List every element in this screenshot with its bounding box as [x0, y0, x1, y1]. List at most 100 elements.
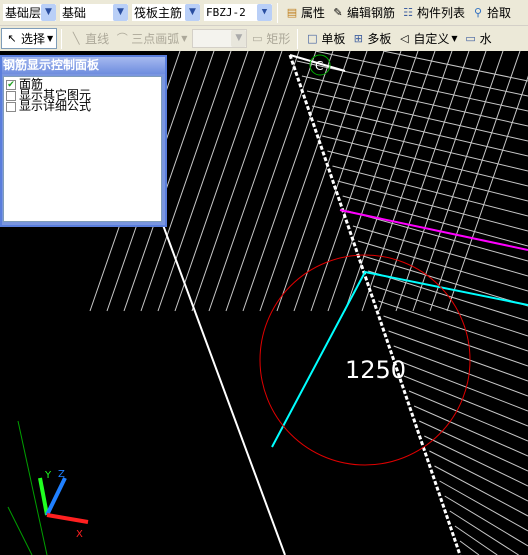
hatch-line — [352, 225, 528, 277]
hatch-line — [454, 525, 498, 555]
hatch-line — [395, 51, 487, 312]
hatch-line — [459, 540, 480, 555]
hatch-line — [429, 450, 528, 502]
single-slab-button[interactable]: □ 单板 — [302, 30, 348, 47]
pick-button[interactable]: ⚲ 拾取 — [468, 4, 514, 21]
x-axis-label: X — [76, 529, 83, 540]
floor-select[interactable]: 基础层 ▼ — [2, 3, 57, 22]
name-select[interactable]: FBZJ-2 ▼ — [203, 3, 273, 22]
caret-down-icon[interactable]: ▼ — [451, 34, 457, 43]
hatch-line — [446, 75, 528, 312]
edit-rebar-label: 编辑钢筋 — [347, 6, 396, 20]
line-icon: ╲ — [72, 31, 80, 45]
axis-gizmo: Y Z X — [38, 469, 89, 540]
main-toolbar: 基础层 ▼ 基础 ▼ 筏板主筋 ▼ FBZJ-2 ▼ ▤ 属性 ✎ 编辑钢筋 ☷ 构件列表 ⚲… — [0, 0, 528, 26]
hatch-line — [242, 51, 334, 312]
hatch-line — [398, 360, 528, 412]
z-axis-label: Z — [58, 469, 65, 480]
arc-mode-select[interactable]: ▼ — [192, 29, 248, 48]
eyedropper-icon: ⚲ — [474, 5, 483, 19]
panel-body: ✔ 面筋 显示其它图元 显示详细公式 — [3, 76, 162, 222]
edit-rebar-icon: ✎ — [333, 5, 343, 19]
hatch-line — [362, 255, 528, 307]
hatch-line — [301, 75, 528, 127]
caret-down-icon: ▼ — [181, 34, 188, 43]
horizontal-icon: ▭ — [465, 31, 476, 45]
hatch-line — [276, 51, 368, 312]
hatch-line — [439, 480, 528, 532]
chevron-down-icon: ▼ — [231, 30, 247, 47]
slab-boundary-line — [288, 54, 462, 555]
hatch-line — [317, 120, 528, 172]
hatch-line — [174, 51, 266, 312]
category-select[interactable]: 基础 ▼ — [59, 3, 129, 22]
hatch-line — [357, 240, 528, 292]
properties-label: 属性 — [301, 6, 326, 20]
hatch-line — [424, 435, 528, 487]
properties-icon: ▤ — [286, 5, 298, 19]
edit-rebar-button[interactable]: ✎ 编辑钢筋 — [328, 4, 398, 21]
type-value: 筏板主筋 — [134, 6, 183, 20]
divider — [61, 28, 63, 49]
hatch-line — [412, 51, 504, 312]
panel-title: 钢筋显示控制面板 — [2, 57, 165, 74]
hatch-line — [306, 90, 528, 142]
option-label: 显示详细公式 — [19, 99, 92, 113]
arc-icon: ⌒ — [116, 31, 128, 45]
hatch-line — [191, 51, 283, 312]
hatch-line — [408, 390, 528, 442]
category-value: 基础 — [62, 6, 87, 20]
y-axis-label: Y — [44, 470, 52, 481]
checkbox[interactable] — [6, 101, 16, 112]
hatch-line — [444, 495, 528, 547]
option-show-formula[interactable]: 显示详细公式 — [6, 99, 159, 113]
multi-slab-button[interactable]: ⊞ 多板 — [348, 30, 394, 47]
hatch-line — [378, 300, 528, 352]
custom-label: 自定义 — [413, 32, 450, 46]
axis-bubble-label: C — [315, 59, 323, 73]
hatch-line — [434, 465, 528, 517]
rect-button[interactable]: ▭ 矩形 — [247, 30, 293, 47]
hatch-line — [418, 420, 528, 472]
type-select[interactable]: 筏板主筋 ▼ — [131, 3, 201, 22]
horizontal-button[interactable]: ▭ 水 — [461, 30, 495, 47]
hatch-line — [361, 51, 453, 312]
arc-button[interactable]: ⌒ 三点画弧 ▼ — [112, 30, 190, 47]
z-axis-arrow — [45, 477, 67, 516]
chevron-down-icon[interactable]: ▼ — [185, 4, 200, 21]
single-slab-icon: □ — [307, 31, 318, 45]
hatch-line — [383, 51, 528, 82]
hatch-line — [347, 210, 528, 262]
caret-down-icon[interactable]: ▼ — [47, 34, 53, 43]
slab-edge-line — [162, 224, 286, 555]
name-value: FBZJ-2 — [206, 6, 246, 19]
chevron-down-icon[interactable]: ▼ — [257, 4, 272, 21]
floor-value: 基础层 — [5, 6, 42, 20]
y-axis-arrow — [38, 477, 49, 516]
custom-button[interactable]: ◁ 自定义 ▼ — [394, 30, 460, 47]
chevron-down-icon[interactable]: ▼ — [113, 4, 128, 21]
custom-shape-icon: ◁ — [400, 31, 409, 45]
hatch-line — [413, 405, 528, 457]
hatch-line — [157, 51, 249, 312]
select-label: 选择 — [21, 32, 46, 46]
hatch-line — [208, 51, 300, 312]
x-axis-arrow — [46, 513, 89, 524]
hatch-line — [403, 375, 528, 427]
divider — [297, 28, 299, 49]
hatch-line — [332, 165, 528, 217]
chevron-down-icon[interactable]: ▼ — [41, 4, 56, 21]
select-button[interactable]: ↖ 选择 ▼ — [1, 28, 58, 49]
properties-button[interactable]: ▤ 属性 — [282, 4, 328, 21]
multi-slab-label: 多板 — [367, 32, 392, 46]
checkbox[interactable]: ✔ — [6, 79, 16, 90]
cursor-icon: ↖ — [7, 31, 17, 45]
component-list-button[interactable]: ☷ 构件列表 — [398, 4, 468, 21]
divider — [277, 2, 278, 23]
checkbox[interactable] — [6, 90, 16, 101]
multi-slab-icon: ⊞ — [353, 31, 363, 45]
hatch-line — [310, 51, 402, 312]
hatch-line — [393, 345, 528, 397]
line-button[interactable]: ╲ 直线 — [66, 30, 112, 47]
rectangle-icon: ▭ — [252, 31, 263, 45]
